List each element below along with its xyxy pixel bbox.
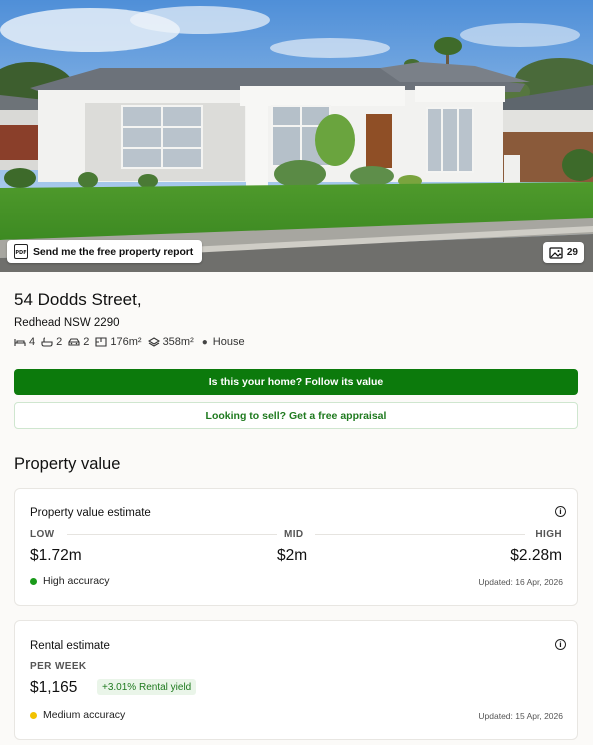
bath-icon	[41, 337, 53, 347]
rental-value: $1,165	[30, 679, 78, 696]
photo-count: 29	[566, 247, 578, 258]
range-divider	[67, 534, 277, 535]
follow-value-button[interactable]: Is this your home? Follow its value	[14, 369, 578, 395]
property-value-card: Property value estimate i LOW MID HIGH $…	[14, 488, 578, 606]
high-label: HIGH	[535, 529, 562, 540]
car-icon	[68, 338, 80, 346]
floor-area-feature: 176m²	[95, 336, 142, 348]
card-title-rental: Rental estimate	[30, 640, 110, 652]
pdf-icon: PDF	[14, 244, 28, 259]
car-spaces-feature: 2	[68, 336, 89, 348]
bedrooms-count: 4	[29, 336, 36, 348]
accuracy-dot	[30, 711, 37, 719]
high-value: $2.28m	[510, 547, 562, 564]
bedrooms-feature: 4	[14, 336, 35, 348]
send-report-button[interactable]: PDF Send me the free property report	[7, 240, 203, 263]
rental-yield-badge: +3.01% Rental yield	[97, 679, 197, 695]
bathrooms-feature: 2	[41, 336, 62, 348]
range-divider	[315, 534, 525, 535]
card-title-property-value: Property value estimate	[30, 507, 151, 519]
property-photo[interactable]: PDF Send me the free property report 29	[0, 0, 593, 272]
bed-icon	[14, 339, 26, 346]
land-area-icon	[147, 337, 160, 347]
info-icon[interactable]: i	[555, 639, 566, 650]
car-spaces-count: 2	[83, 336, 90, 348]
floor-plan-icon	[95, 337, 107, 347]
accuracy-label: Medium accuracy	[43, 709, 126, 721]
accuracy-dot	[30, 577, 37, 585]
low-label: LOW	[30, 529, 55, 540]
land-area-value: 358m²	[162, 336, 194, 348]
accuracy-indicator: High accuracy	[30, 575, 110, 587]
address-suburb: Redhead NSW 2290	[14, 317, 120, 329]
mid-label: MID	[284, 529, 304, 540]
send-report-label: Send me the free property report	[33, 245, 194, 258]
section-title-property-value: Property value	[14, 455, 121, 473]
accuracy-label: High accuracy	[43, 575, 110, 587]
free-appraisal-button[interactable]: Looking to sell? Get a free appraisal	[14, 402, 578, 429]
mid-value: $2m	[277, 547, 308, 564]
house-illustration	[0, 0, 593, 272]
per-week-label: PER WEEK	[30, 661, 87, 672]
info-icon[interactable]: i	[555, 506, 566, 517]
updated-date: Updated: 15 Apr, 2026	[478, 711, 563, 721]
land-area-feature: 358m²	[147, 336, 194, 348]
bathrooms-count: 2	[56, 336, 63, 348]
separator-dot: ●	[201, 336, 208, 348]
address-street: 54 Dodds Street,	[14, 290, 142, 309]
property-type: House	[212, 336, 245, 348]
photo-count-button[interactable]: 29	[542, 242, 584, 263]
updated-date: Updated: 16 Apr, 2026	[478, 577, 563, 587]
accuracy-indicator: Medium accuracy	[30, 709, 125, 721]
property-features: 4 2 2 176m² 358m² ● House	[14, 336, 245, 348]
floor-area-value: 176m²	[110, 336, 142, 348]
rental-estimate-card: Rental estimate i PER WEEK $1,165 +3.01%…	[14, 620, 578, 740]
image-icon	[549, 246, 563, 259]
low-value: $1.72m	[30, 547, 82, 564]
